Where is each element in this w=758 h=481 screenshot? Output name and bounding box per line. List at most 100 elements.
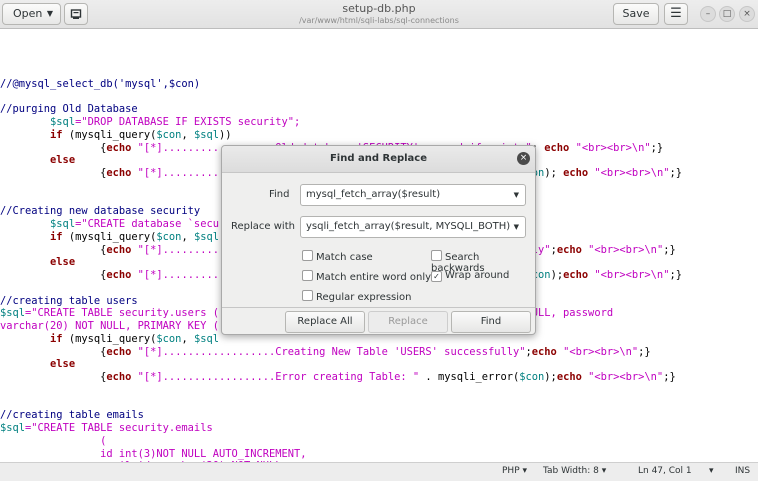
code-token: ="CREATE TABLE security.users ( bbox=[25, 307, 219, 320]
code-token: echo bbox=[106, 345, 132, 358]
replace-all-button[interactable]: Replace All bbox=[285, 311, 365, 333]
code-token: "<br><br>\n" bbox=[588, 371, 664, 383]
code-token: if bbox=[50, 230, 63, 243]
replace-label: Replace with bbox=[231, 221, 295, 232]
checkbox-box[interactable] bbox=[302, 290, 313, 301]
dialog-button-row: Replace All Replace Find bbox=[222, 307, 535, 335]
code-token: . mysqli_error( bbox=[419, 371, 520, 383]
chevron-down-icon[interactable]: ▾ bbox=[709, 466, 714, 476]
minimize-icon: – bbox=[705, 9, 711, 19]
find-input[interactable]: mysql_fetch_array($result) ▼ bbox=[300, 184, 526, 206]
dialog-title: Find and Replace bbox=[329, 153, 428, 164]
code-token: { bbox=[0, 345, 107, 358]
code-token: $con bbox=[156, 332, 182, 345]
code-token: ="CREATE TABLE security.emails bbox=[25, 422, 213, 434]
hamburger-icon: ☰ bbox=[670, 6, 682, 21]
find-label: Find bbox=[269, 189, 290, 200]
chevron-down-icon[interactable]: ▼ bbox=[514, 217, 519, 237]
code-line: //purging Old Database bbox=[0, 103, 682, 116]
code-line: $sql="CREATE TABLE security.emails bbox=[0, 422, 682, 435]
regex-checkbox[interactable]: Regular expression bbox=[302, 290, 411, 303]
minimize-button[interactable]: – bbox=[700, 6, 716, 22]
code-token: //creating table emails bbox=[0, 409, 144, 422]
code-token: "<br><br>\n" bbox=[575, 141, 651, 154]
code-token: echo bbox=[106, 141, 132, 154]
code-token: echo bbox=[106, 371, 132, 383]
code-token: $con bbox=[156, 128, 182, 141]
code-token: if bbox=[50, 128, 63, 141]
replace-value: ysqli_fetch_array($result, MYSQLI_BOTH) bbox=[306, 221, 511, 232]
code-token: echo bbox=[556, 243, 582, 256]
close-icon: × bbox=[519, 153, 528, 163]
code-token: (mysqli_query( bbox=[62, 128, 157, 141]
find-value: mysql_fetch_array($result) bbox=[306, 189, 441, 200]
checkbox-box[interactable] bbox=[431, 250, 442, 261]
menu-button[interactable]: ☰ bbox=[664, 3, 688, 25]
code-token: ); bbox=[544, 167, 564, 179]
code-token: , bbox=[181, 230, 194, 243]
insert-mode-label: INS bbox=[735, 466, 751, 476]
code-token: echo bbox=[563, 167, 589, 179]
code-token: echo bbox=[544, 141, 570, 154]
chevron-down-icon[interactable]: ▼ bbox=[514, 185, 519, 205]
find-button[interactable]: Find bbox=[451, 311, 531, 333]
wrap-around-checkbox[interactable]: ✓ Wrap around bbox=[431, 270, 509, 282]
code-token: ;} bbox=[669, 269, 682, 281]
code-token: , bbox=[181, 332, 194, 345]
chevron-down-icon: ▾ bbox=[601, 466, 607, 476]
code-token: $sql bbox=[0, 307, 26, 320]
tab-width-label: Tab Width: 8 bbox=[543, 466, 599, 476]
dialog-close-button[interactable]: × bbox=[517, 152, 530, 165]
code-token: ;} bbox=[663, 243, 676, 256]
code-token: { bbox=[0, 141, 107, 154]
language-selector[interactable]: PHP ▾ bbox=[502, 466, 527, 476]
code-token: ="DROP DATABASE IF EXISTS security"; bbox=[75, 116, 301, 128]
checkbox-box[interactable] bbox=[302, 250, 313, 261]
code-token: "<br><br>\n" bbox=[588, 243, 664, 256]
replace-button[interactable]: Replace bbox=[368, 311, 448, 333]
replace-input[interactable]: ysqli_fetch_array($result, MYSQLI_BOTH) … bbox=[300, 216, 526, 238]
code-line: //@mysql_select_db('mysql',$con) bbox=[0, 78, 682, 91]
maximize-icon: □ bbox=[722, 9, 732, 19]
code-token: $sql bbox=[193, 332, 219, 345]
code-line: {echo "[*]..................Error creati… bbox=[0, 371, 682, 384]
save-button[interactable]: Save bbox=[613, 3, 659, 25]
code-token: else bbox=[50, 154, 76, 167]
code-token: { bbox=[0, 371, 107, 383]
cursor-position-selector[interactable]: Ln 47, Col 1 bbox=[638, 466, 692, 476]
code-token: id int(3)NOT NULL AUTO_INCREMENT, bbox=[0, 447, 307, 460]
code-token: "<br><br>\n" bbox=[563, 345, 639, 358]
code-token: ); bbox=[550, 269, 564, 281]
checkbox-box[interactable] bbox=[302, 270, 313, 281]
code-token: { bbox=[0, 167, 107, 179]
code-token: //creating table users bbox=[0, 294, 138, 307]
code-token: else bbox=[50, 358, 76, 371]
code-token: , bbox=[181, 128, 194, 141]
code-token: //Creating new database security bbox=[0, 205, 201, 218]
code-token: ="CREATE database `secu bbox=[75, 218, 219, 230]
status-bar: PHP ▾ Tab Width: 8 ▾ Ln 47, Col 1 ▾ INS bbox=[0, 462, 758, 481]
match-case-checkbox[interactable]: Match case bbox=[302, 250, 373, 263]
close-window-button[interactable]: × bbox=[739, 6, 755, 22]
code-token: varchar(20) NOT NULL, PRIMARY KEY ( bbox=[0, 320, 219, 332]
code-token: echo bbox=[531, 345, 557, 358]
code-token: ); bbox=[544, 371, 557, 383]
code-token: else bbox=[50, 256, 76, 269]
check-icon[interactable]: ✓ bbox=[431, 271, 442, 282]
wrap-around-label: Wrap around bbox=[445, 270, 510, 281]
entire-word-checkbox[interactable]: Match entire word only bbox=[302, 270, 431, 283]
tab-width-selector[interactable]: Tab Width: 8 ▾ bbox=[543, 466, 606, 476]
header-bar: Open ▼ setup-db.php /var/www/html/sqli-l… bbox=[0, 0, 758, 29]
maximize-button[interactable]: □ bbox=[719, 6, 735, 22]
